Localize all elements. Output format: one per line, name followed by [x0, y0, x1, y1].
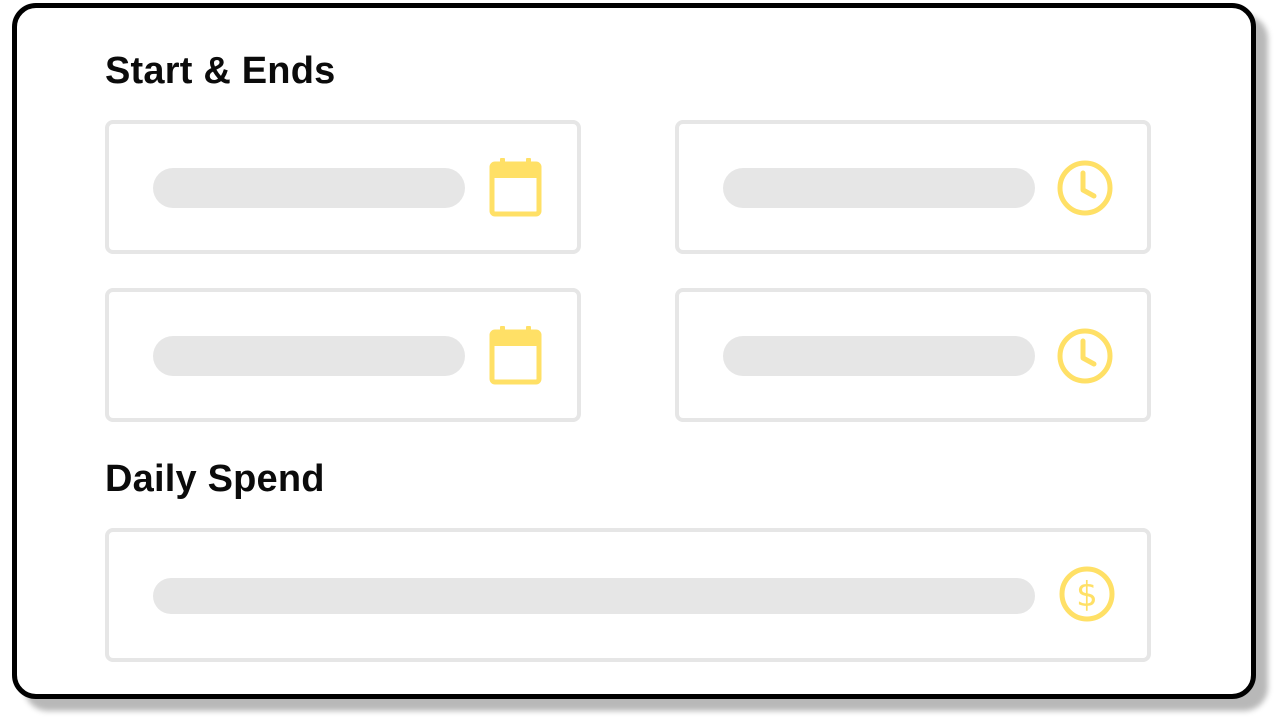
clock-icon[interactable] — [1055, 158, 1115, 218]
start-time-placeholder — [723, 168, 1035, 208]
section-title-daily-spend: Daily Spend — [105, 458, 325, 500]
daily-spend-placeholder — [153, 578, 1035, 614]
calendar-icon[interactable] — [489, 326, 543, 386]
end-time-placeholder — [723, 336, 1035, 376]
start-date-placeholder — [153, 168, 465, 208]
section-title-start-ends: Start & Ends — [105, 50, 336, 92]
start-date-field[interactable] — [105, 120, 581, 254]
dollar-icon[interactable]: $ — [1057, 564, 1117, 624]
daily-spend-field[interactable]: $ — [105, 528, 1151, 662]
clock-icon[interactable] — [1055, 326, 1115, 386]
end-date-placeholder — [153, 336, 465, 376]
start-time-field[interactable] — [675, 120, 1151, 254]
form-card: Start & Ends Daily Spend $ — [12, 3, 1256, 699]
svg-text:$: $ — [1076, 575, 1098, 615]
calendar-icon[interactable] — [489, 158, 543, 218]
end-date-field[interactable] — [105, 288, 581, 422]
end-time-field[interactable] — [675, 288, 1151, 422]
